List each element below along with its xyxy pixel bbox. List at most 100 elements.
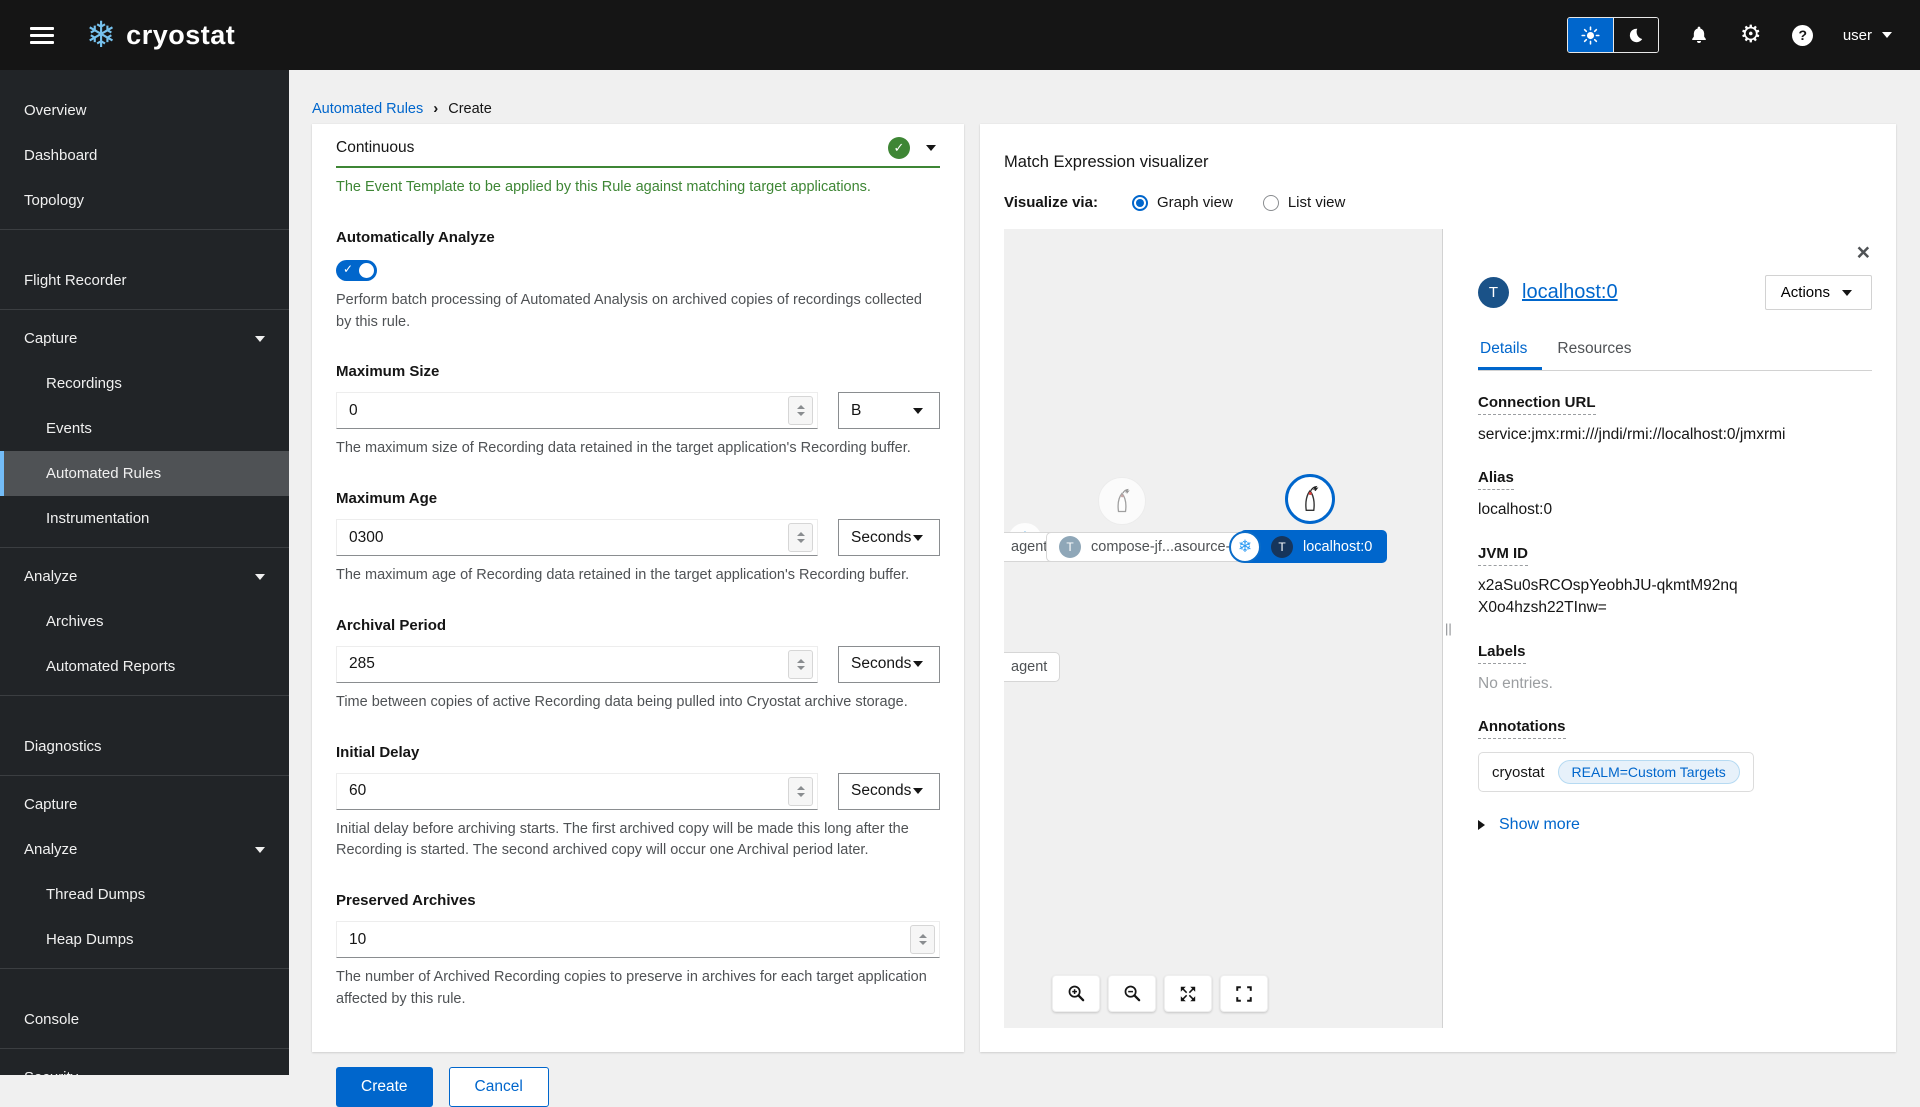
preserved-archives-label: Preserved Archives (336, 892, 476, 909)
sidebar-item-heap-dumps[interactable]: Heap Dumps (0, 917, 289, 962)
sidebar-item-dashboard[interactable]: Dashboard (0, 133, 289, 178)
realm-chip[interactable]: REALM=Custom Targets (1557, 760, 1740, 785)
settings-button[interactable]: ⚙ (1739, 23, 1763, 47)
brand[interactable]: ❄ cryostat (86, 17, 235, 53)
sidebar-item-automated-reports[interactable]: Automated Reports (0, 644, 289, 689)
sidebar-item-flight-recorder[interactable]: Flight Recorder (0, 258, 289, 303)
topology-graph[interactable]: ❄ agent T compose-jf...asource-1 ❄ T loc… (1004, 229, 1442, 1028)
sidebar-item-instrumentation[interactable]: Instrumentation (0, 496, 289, 541)
archival-period-unit-select[interactable]: Seconds (838, 645, 940, 683)
auto-analyze-toggle[interactable]: ✓ (336, 259, 377, 281)
tab-resources[interactable]: Resources (1542, 330, 1646, 370)
sidebar-group-analyze[interactable]: Analyze (0, 554, 289, 599)
number-spinner[interactable] (910, 925, 935, 954)
sidebar-item-security[interactable]: Security (0, 1055, 289, 1075)
dark-theme-button[interactable] (1612, 18, 1658, 52)
chevron-down-icon (255, 573, 265, 580)
archival-period-label: Archival Period (336, 616, 447, 634)
sidebar-item-recordings[interactable]: Recordings (0, 361, 289, 406)
number-spinner[interactable] (788, 649, 813, 679)
sidebar-group-capture[interactable]: Capture (0, 316, 289, 361)
gear-icon: ⚙ (1740, 21, 1762, 48)
sidebar-item-events[interactable]: Events (0, 406, 289, 451)
show-more-link[interactable]: Show more (1499, 816, 1580, 834)
breadcrumb-automated-rules-link[interactable]: Automated Rules (312, 101, 423, 117)
auto-analyze-label: Automatically Analyze (336, 228, 495, 246)
initial-delay-unit-select[interactable]: Seconds (838, 772, 940, 810)
maximum-size-input[interactable] (347, 400, 788, 421)
close-icon[interactable]: × (1857, 241, 1870, 264)
list-view-label: List view (1287, 194, 1346, 211)
drawer-resize-handle[interactable]: || (1442, 229, 1456, 1028)
sidebar-item-console[interactable]: Console (0, 997, 289, 1042)
annotation-card: cryostat REALM=Custom Targets (1478, 752, 1754, 793)
graph-view-label: Graph view (1156, 194, 1233, 211)
create-button[interactable]: Create (336, 1066, 433, 1107)
chevron-down-icon (913, 407, 923, 414)
zoom-out-button[interactable] (1108, 975, 1156, 1012)
zoom-in-button[interactable] (1052, 975, 1100, 1012)
sidebar-item-automated-rules[interactable]: Automated Rules (0, 451, 289, 496)
compose-node-badge[interactable]: T compose-jf...asource-1 (1046, 532, 1252, 562)
graph-node-localhost[interactable] (1285, 474, 1335, 524)
fit-to-screen-button[interactable] (1164, 975, 1212, 1012)
chevron-down-icon (913, 661, 923, 668)
event-template-select[interactable]: Continuous ✓ (336, 130, 940, 168)
show-more[interactable]: Show more (1478, 816, 1872, 834)
sidebar-item-archives[interactable]: Archives (0, 599, 289, 644)
agent-badge-label: agent (1011, 539, 1048, 555)
sidebar-item-diagnostics[interactable]: Diagnostics (0, 724, 289, 769)
tab-details[interactable]: Details (1478, 330, 1543, 370)
agent-badge-2[interactable]: agent (1004, 652, 1061, 682)
maximum-size-unit-select[interactable]: B (838, 392, 940, 430)
actions-dropdown[interactable]: Actions (1764, 275, 1872, 310)
radio-unselected-icon (1262, 194, 1279, 211)
maximum-age-field (336, 519, 818, 556)
number-spinner[interactable] (788, 776, 813, 806)
jvm-id-value: x2aSu0sRCOspYeobhJU-qkmtM92nqX0o4hzsh22T… (1478, 576, 1738, 617)
cancel-button[interactable]: Cancel (448, 1066, 549, 1107)
target-title-link[interactable]: localhost:0 (1522, 281, 1765, 304)
sidebar-item-overview[interactable]: Overview (0, 88, 289, 133)
connection-url-value: service:jmx:rmi:///jndi/rmi://localhost:… (1478, 426, 1786, 443)
notifications-button[interactable] (1687, 23, 1711, 47)
alias-value: localhost:0 (1478, 501, 1553, 519)
number-spinner[interactable] (788, 396, 813, 426)
duke-icon (1305, 485, 1319, 511)
question-circle-icon: ? (1792, 24, 1814, 46)
number-spinner[interactable] (788, 523, 813, 552)
graph-node-compose[interactable] (1098, 477, 1146, 525)
initial-delay-input[interactable] (347, 781, 788, 801)
sidebar-divider (0, 775, 289, 776)
maximum-age-unit-select[interactable]: Seconds (838, 519, 940, 556)
actions-label: Actions (1780, 284, 1830, 301)
success-check-icon: ✓ (888, 137, 910, 159)
zoom-in-icon (1068, 985, 1084, 1002)
archival-period-input[interactable] (347, 654, 788, 675)
list-view-radio[interactable]: List view (1262, 194, 1346, 211)
maximum-age-input[interactable] (347, 527, 788, 548)
labels-empty-value: No entries. (1478, 674, 1553, 692)
localhost-node-badge[interactable]: ❄ T localhost:0 (1229, 530, 1388, 563)
help-button[interactable]: ? (1791, 23, 1815, 47)
fullscreen-button[interactable] (1220, 975, 1268, 1012)
localhost-node-label: localhost:0 (1303, 538, 1373, 555)
preserved-archives-input[interactable] (347, 929, 910, 950)
agent-badge-2-label: agent (1011, 659, 1048, 675)
maximum-size-label: Maximum Size (336, 363, 440, 381)
event-template-helper: The Event Template to be applied by this… (336, 179, 871, 195)
user-menu[interactable]: user (1843, 27, 1892, 44)
sidebar-item-capture-2[interactable]: Capture (0, 782, 289, 827)
sidebar-group-analyze-2[interactable]: Analyze (0, 827, 289, 872)
graph-view-radio[interactable]: Graph view (1131, 194, 1233, 211)
compose-node-label: compose-jf...asource-1 (1091, 539, 1239, 555)
sidebar-item-topology[interactable]: Topology (0, 178, 289, 223)
nav-toggle-icon[interactable] (30, 23, 54, 48)
visualizer-title: Match Expression visualizer (1004, 153, 1209, 171)
splitter-grip-icon: || (1445, 621, 1452, 636)
sidebar-item-thread-dumps[interactable]: Thread Dumps (0, 872, 289, 917)
masthead: ❄ cryostat ⚙ ? user (0, 0, 1920, 70)
initial-delay-field (336, 772, 818, 810)
light-theme-button[interactable] (1567, 18, 1613, 52)
cryostat-snowflake-icon: ❄ (1229, 531, 1261, 563)
